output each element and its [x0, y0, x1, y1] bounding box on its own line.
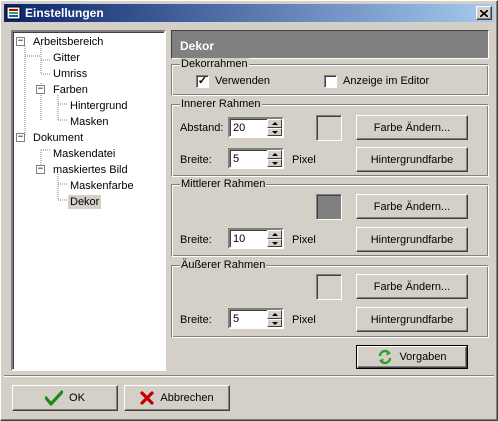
tree-item-maskenfarbe[interactable]: Maskenfarbe	[68, 179, 136, 193]
inner-background-color-button[interactable]: Hintergrundfarbe	[356, 147, 468, 172]
group-dekorrahmen-label: Dekorrahmen	[180, 58, 249, 70]
window-title: Einstellungen	[25, 6, 104, 20]
inner-width-down-button[interactable]	[267, 158, 282, 167]
close-button[interactable]	[476, 6, 492, 20]
outer-width-label: Breite:	[180, 314, 212, 326]
middle-color-swatch	[316, 194, 342, 220]
middle-background-color-button[interactable]: Hintergrundfarbe	[356, 227, 468, 252]
tree-item-dekor[interactable]: Dekor	[68, 195, 102, 209]
outer-width-spinner[interactable]: 5	[228, 308, 284, 329]
tree-item-masken[interactable]: Masken	[68, 115, 111, 129]
group-inner-frame: Innerer Rahmen Abstand: 20 Farbe Ändern.…	[171, 98, 489, 177]
use-checkbox[interactable]: ✓	[196, 75, 209, 88]
middle-width-up-button[interactable]	[267, 230, 282, 239]
inner-distance-label: Abstand:	[180, 122, 224, 134]
arrow-up-icon	[272, 233, 278, 236]
tree-expander-farben[interactable]: −	[36, 85, 45, 94]
middle-width-value[interactable]: 10	[233, 232, 245, 246]
group-dekorrahmen: Dekorrahmen ✓ Verwenden Anzeige im Edito…	[171, 58, 489, 96]
inner-distance-spinner[interactable]: 20	[228, 117, 284, 138]
inner-color-swatch	[316, 115, 342, 141]
ok-button[interactable]: OK	[12, 385, 118, 411]
tree-item-umriss[interactable]: Umriss	[51, 67, 89, 81]
inner-width-unit: Pixel	[292, 154, 316, 166]
defaults-button[interactable]: Vorgaben	[356, 345, 468, 369]
tree-item-maskiertes-bild[interactable]: maskiertes Bild	[51, 163, 130, 177]
arrow-up-icon	[272, 153, 278, 156]
close-icon	[480, 9, 488, 17]
group-middle-frame: Mittlerer Rahmen Farbe Ändern... Breite:…	[171, 178, 489, 257]
arrow-down-icon	[272, 161, 278, 165]
panel-title: Dekor	[180, 39, 215, 53]
outer-color-swatch	[316, 274, 342, 300]
outer-width-unit: Pixel	[292, 314, 316, 326]
tree-item-arbeitsbereich[interactable]: Arbeitsbereich	[31, 35, 105, 49]
app-icon	[6, 5, 22, 21]
inner-distance-value[interactable]: 20	[233, 121, 245, 135]
category-tree[interactable]: − Arbeitsbereich Gitter Umriss − Farben …	[11, 30, 166, 371]
middle-change-color-button[interactable]: Farbe Ändern...	[356, 194, 468, 219]
cancel-x-icon	[140, 391, 154, 405]
group-outer-frame: Äußerer Rahmen Farbe Ändern... Breite: 5…	[171, 259, 489, 338]
cancel-button[interactable]: Abbrechen	[124, 385, 230, 411]
cancel-button-label: Abbrechen	[160, 392, 214, 404]
outer-width-up-button[interactable]	[267, 310, 282, 319]
group-inner-frame-label: Innerer Rahmen	[180, 98, 262, 110]
middle-width-label: Breite:	[180, 234, 212, 246]
outer-change-color-button[interactable]: Farbe Ändern...	[356, 274, 468, 299]
arrow-up-icon	[272, 122, 278, 125]
tree-item-hintergrund[interactable]: Hintergrund	[68, 99, 129, 113]
inner-width-label: Breite:	[180, 154, 212, 166]
show-in-editor-checkbox[interactable]	[324, 75, 337, 88]
settings-window: Einstellungen − Arbeitsbereich Gitter Um…	[0, 0, 498, 421]
group-middle-frame-label: Mittlerer Rahmen	[180, 178, 267, 190]
inner-width-value[interactable]: 5	[233, 152, 239, 166]
tree-item-gitter[interactable]: Gitter	[51, 51, 82, 65]
middle-width-spinner[interactable]: 10	[228, 228, 284, 249]
refresh-icon	[377, 349, 393, 365]
group-outer-frame-label: Äußerer Rahmen	[180, 259, 267, 271]
arrow-down-icon	[272, 241, 278, 245]
tree-item-farben[interactable]: Farben	[51, 83, 90, 97]
tree-expander-maskiertes-bild[interactable]: −	[36, 165, 45, 174]
use-checkbox-label[interactable]: Verwenden	[215, 75, 270, 88]
panel-header: Dekor	[171, 30, 489, 59]
defaults-button-label: Vorgaben	[399, 351, 447, 363]
tree-item-dokument[interactable]: Dokument	[31, 131, 85, 145]
ok-button-label: OK	[69, 392, 85, 404]
outer-background-color-button[interactable]: Hintergrundfarbe	[356, 307, 468, 332]
tree-expander-dokument[interactable]: −	[16, 133, 25, 142]
inner-width-up-button[interactable]	[267, 150, 282, 159]
middle-width-unit: Pixel	[292, 234, 316, 246]
arrow-down-icon	[272, 321, 278, 325]
tree-expander-arbeitsbereich[interactable]: −	[16, 37, 25, 46]
title-bar[interactable]: Einstellungen	[4, 4, 494, 22]
outer-width-value[interactable]: 5	[233, 312, 239, 326]
middle-width-down-button[interactable]	[267, 238, 282, 247]
checkmark-icon	[45, 390, 64, 406]
footer-separator	[4, 375, 494, 377]
tree-item-maskendatei[interactable]: Maskendatei	[51, 147, 117, 161]
inner-distance-up-button[interactable]	[267, 119, 282, 128]
inner-change-color-button[interactable]: Farbe Ändern...	[356, 115, 468, 140]
show-in-editor-label[interactable]: Anzeige im Editor	[343, 75, 429, 88]
arrow-down-icon	[272, 130, 278, 134]
inner-distance-down-button[interactable]	[267, 127, 282, 136]
inner-width-spinner[interactable]: 5	[228, 148, 284, 169]
arrow-up-icon	[272, 313, 278, 316]
outer-width-down-button[interactable]	[267, 318, 282, 327]
